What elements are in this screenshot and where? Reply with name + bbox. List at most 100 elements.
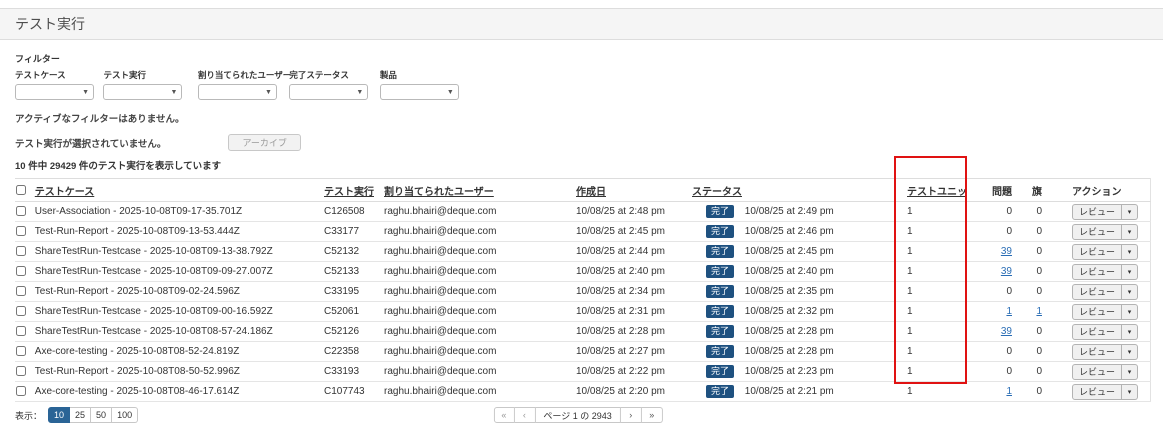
testcase-name: ShareTestRun-Testcase - 2025-10-08T09-09… <box>35 266 273 277</box>
first-page-button[interactable]: « <box>493 407 514 423</box>
page-size-50-button[interactable]: 50 <box>91 407 112 423</box>
filter-select-product[interactable]: ▼ <box>380 84 459 100</box>
next-page-button[interactable]: › <box>621 407 642 423</box>
table-row: ShareTestRun-Testcase - 2025-10-08T09-13… <box>15 242 1150 262</box>
header-created-date[interactable]: 作成日 <box>576 187 606 198</box>
no-active-filters-text: アクティブなフィルターはありません。 <box>15 111 1148 125</box>
chevron-down-icon: ▼ <box>171 89 178 97</box>
issues-count[interactable]: 39 <box>1001 266 1012 277</box>
issues-count[interactable]: 1 <box>1006 306 1012 317</box>
page-size-25-button[interactable]: 25 <box>70 407 91 423</box>
review-button[interactable]: レビュー <box>1072 384 1122 400</box>
chevron-down-icon: ▼ <box>356 89 363 97</box>
review-button[interactable]: レビュー <box>1072 364 1122 380</box>
flags-count[interactable]: 1 <box>1036 306 1042 317</box>
review-dropdown-button[interactable]: ▾ <box>1122 284 1138 300</box>
status-badge: 完了 <box>706 225 734 238</box>
test-run-id: C33193 <box>324 362 384 382</box>
created-date: 10/08/25 at 2:20 pm <box>576 382 692 402</box>
header-assigned-user[interactable]: 割り当てられたユーザー <box>384 187 494 198</box>
header-issues: 問題 <box>992 187 1012 198</box>
row-checkbox[interactable] <box>16 286 26 296</box>
row-checkbox[interactable] <box>16 366 26 376</box>
issues-count[interactable]: 1 <box>1006 386 1012 397</box>
flags-count: 0 <box>1036 246 1042 257</box>
row-checkbox[interactable] <box>16 246 26 256</box>
review-button[interactable]: レビュー <box>1072 224 1122 240</box>
caret-down-icon: ▾ <box>1128 349 1132 356</box>
filter-label-completion-status: 完了ステータス <box>289 69 375 81</box>
review-button-group: レビュー ▾ <box>1072 304 1138 320</box>
review-dropdown-button[interactable]: ▾ <box>1122 224 1138 240</box>
review-dropdown-button[interactable]: ▾ <box>1122 304 1138 320</box>
page-size-100-button[interactable]: 100 <box>112 407 138 423</box>
filter-select-assigned-user[interactable]: ▼ <box>198 84 277 100</box>
assigned-user-email: raghu.bhairi@deque.com <box>384 362 576 382</box>
row-checkbox[interactable] <box>16 346 26 356</box>
page-indicator: ページ 1 の 2943 <box>535 407 620 423</box>
issues-count: 0 <box>1006 286 1012 297</box>
table-row: User-Association - 2025-10-08T09-17-35.7… <box>15 202 1150 222</box>
review-button[interactable]: レビュー <box>1072 284 1122 300</box>
last-page-button[interactable]: » <box>642 407 663 423</box>
review-button[interactable]: レビュー <box>1072 304 1122 320</box>
status-badge: 完了 <box>706 345 734 358</box>
header-test-units[interactable]: テストユニット <box>907 187 966 198</box>
status-badge: 完了 <box>706 285 734 298</box>
testcase-name: ShareTestRun-Testcase - 2025-10-08T08-57… <box>35 326 273 337</box>
caret-down-icon: ▾ <box>1128 229 1132 236</box>
review-button[interactable]: レビュー <box>1072 324 1122 340</box>
row-checkbox[interactable] <box>16 386 26 396</box>
review-dropdown-button[interactable]: ▾ <box>1122 364 1138 380</box>
caret-down-icon: ▾ <box>1128 389 1132 396</box>
archive-button[interactable]: アーカイブ <box>228 134 300 151</box>
test-units-count: 1 <box>897 322 966 342</box>
review-dropdown-button[interactable]: ▾ <box>1122 204 1138 220</box>
select-all-checkbox[interactable] <box>16 185 26 195</box>
review-button[interactable]: レビュー <box>1072 264 1122 280</box>
review-dropdown-button[interactable]: ▾ <box>1122 324 1138 340</box>
row-checkbox[interactable] <box>16 266 26 276</box>
row-checkbox[interactable] <box>16 226 26 236</box>
row-checkbox[interactable] <box>16 306 26 316</box>
review-button-group: レビュー ▾ <box>1072 244 1138 260</box>
filter-select-completion-status[interactable]: ▼ <box>289 84 368 100</box>
header-test-run[interactable]: テスト実行 <box>324 187 374 198</box>
issues-count[interactable]: 39 <box>1001 246 1012 257</box>
page-title: テスト実行 <box>15 16 85 32</box>
assigned-user-email: raghu.bhairi@deque.com <box>384 202 576 222</box>
status-badge: 完了 <box>706 365 734 378</box>
created-date: 10/08/25 at 2:45 pm <box>576 222 692 242</box>
test-units-count: 1 <box>897 262 966 282</box>
created-date: 10/08/25 at 2:22 pm <box>576 362 692 382</box>
review-dropdown-button[interactable]: ▾ <box>1122 344 1138 360</box>
review-button[interactable]: レビュー <box>1072 204 1122 220</box>
header-status[interactable]: ステータス <box>692 187 742 198</box>
caret-down-icon: ▾ <box>1128 369 1132 376</box>
test-run-id: C52126 <box>324 322 384 342</box>
row-checkbox[interactable] <box>16 326 26 336</box>
review-dropdown-button[interactable]: ▾ <box>1122 244 1138 260</box>
header-testcase[interactable]: テストケース <box>35 187 95 198</box>
review-button[interactable]: レビュー <box>1072 244 1122 260</box>
review-button[interactable]: レビュー <box>1072 344 1122 360</box>
table-row: Test-Run-Report - 2025-10-08T08-50-52.99… <box>15 362 1150 382</box>
filter-label-product: 製品 <box>380 69 460 81</box>
completed-date: 10/08/25 at 2:21 pm <box>745 386 834 397</box>
filter-row: テストケース ▼ テスト実行 ▼ 割り当てられたユーザー ▼ 完了ステータス ▼… <box>15 69 1148 100</box>
assigned-user-email: raghu.bhairi@deque.com <box>384 242 576 262</box>
filter-select-testrun[interactable]: ▼ <box>103 84 182 100</box>
status-badge: 完了 <box>706 245 734 258</box>
page-size-10-button[interactable]: 10 <box>48 407 70 423</box>
review-dropdown-button[interactable]: ▾ <box>1122 384 1138 400</box>
testcase-name: Test-Run-Report - 2025-10-08T09-02-24.59… <box>35 286 240 297</box>
prev-page-button[interactable]: ‹ <box>514 407 535 423</box>
caret-down-icon: ▾ <box>1128 289 1132 296</box>
completed-date: 10/08/25 at 2:28 pm <box>745 326 834 337</box>
filter-label-assigned-user: 割り当てられたユーザー <box>198 69 285 81</box>
issues-count[interactable]: 39 <box>1001 326 1012 337</box>
row-checkbox[interactable] <box>16 206 26 216</box>
review-dropdown-button[interactable]: ▾ <box>1122 264 1138 280</box>
filter-select-testcase[interactable]: ▼ <box>15 84 94 100</box>
review-button-group: レビュー ▾ <box>1072 204 1138 220</box>
